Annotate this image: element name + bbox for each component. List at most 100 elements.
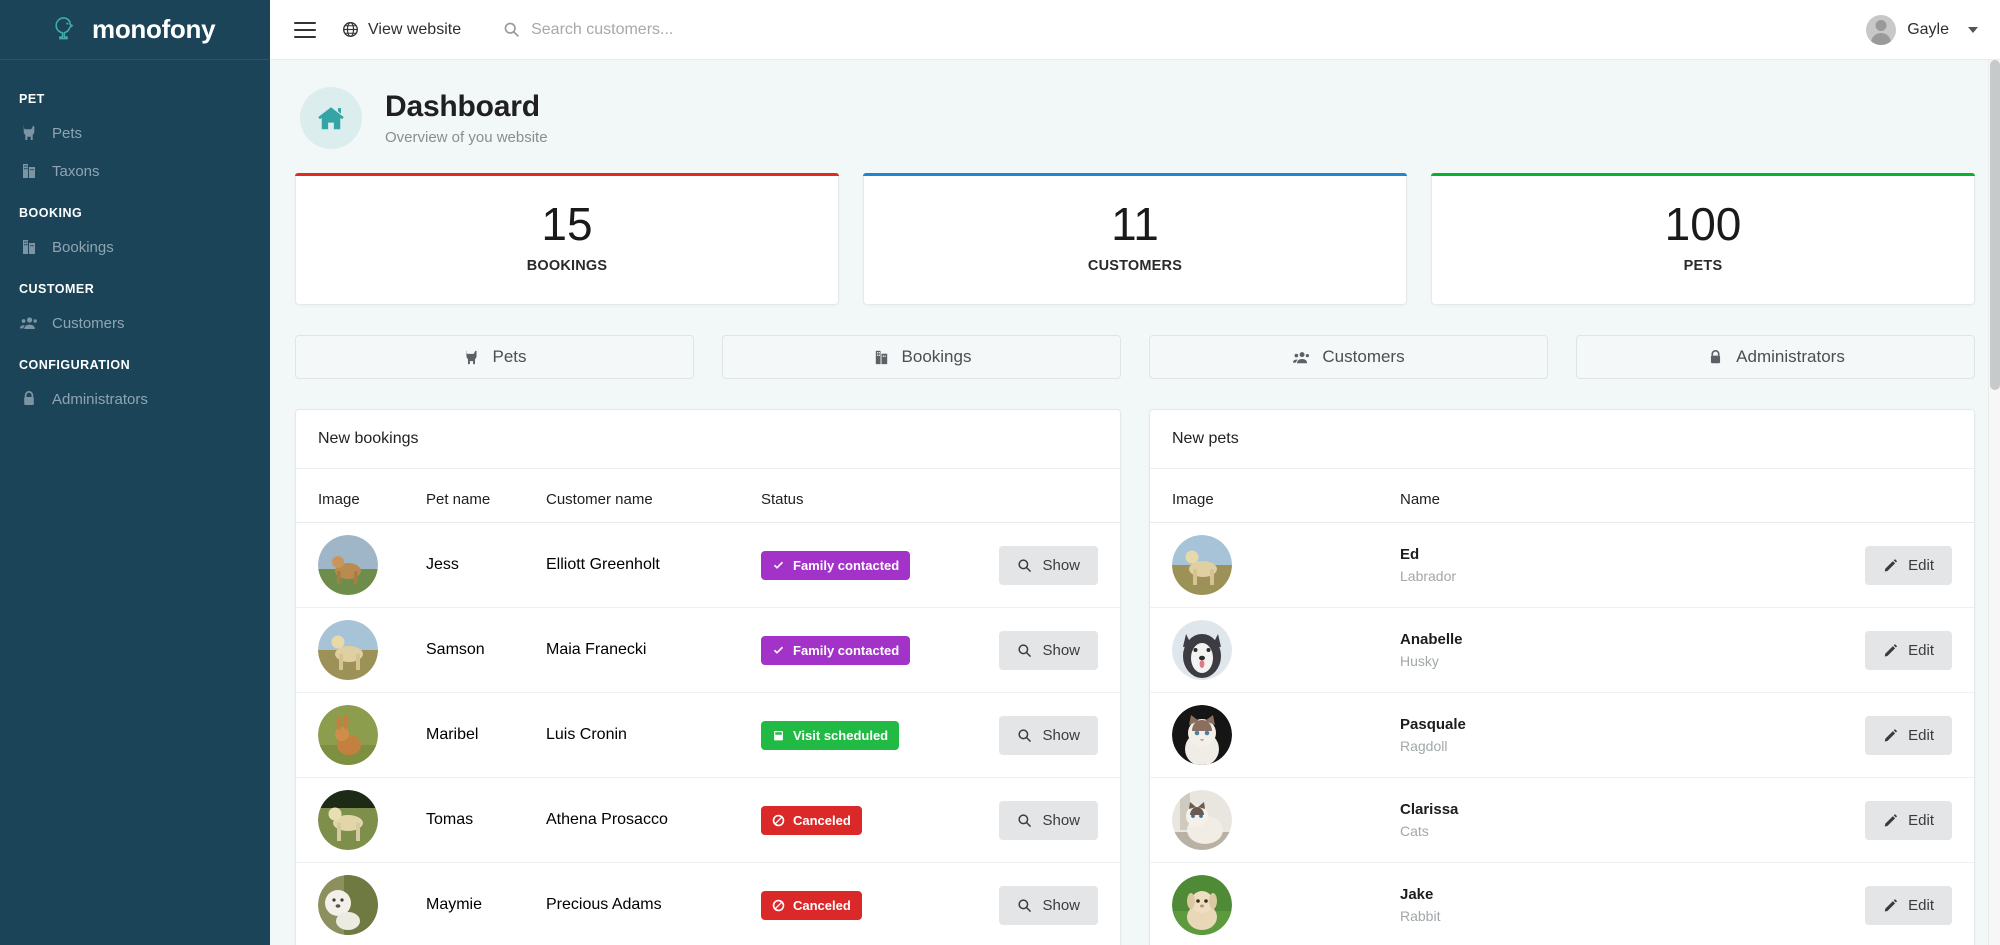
cat-icon [19,123,39,143]
show-button[interactable]: Show [999,885,1098,925]
action-cell: Show [990,777,1120,864]
pet-breed: Labrador [1400,568,1457,585]
pet-thumbnail [318,875,378,936]
show-button[interactable]: Show [999,630,1098,670]
edit-button[interactable]: Edit [1865,545,1952,585]
view-website-label: View website [368,20,462,38]
column-header-actions [990,469,1120,524]
stat-value: 11 [1111,198,1159,250]
cat-icon [466,350,478,364]
topbar: View website Gayle [270,0,2000,60]
pet-info-cell: Pasquale Ragdoll [1400,692,1834,779]
status-text: Visit scheduled [793,727,889,743]
search-box[interactable] [503,20,1866,39]
table-row: Maymie Precious Adams Canceled Show [296,863,1120,945]
table-row: Ed Labrador Edit [1150,522,1974,609]
pet-name-cell: Maribel [426,692,546,779]
scrollbar-thumb[interactable] [1990,60,2000,390]
pet-name: Pasquale [1400,716,1466,734]
shortcut-label: Customers [1322,347,1405,367]
stat-card-bookings: 15 BOOKINGS [295,173,839,306]
panel-title: New pets [1150,410,1974,470]
show-button[interactable]: Show [999,715,1098,755]
table-header-row: Image Pet name Customer name Status [296,469,1120,524]
new-pets-panel: New pets Image Name Ed Labrador Edit Ana… [1149,409,1975,945]
pet-thumbnail-cell [296,777,426,864]
pet-name-cell: Maymie [426,896,483,914]
page-header: Dashboard Overview of you website [290,60,1980,173]
shortcut-customers[interactable]: Customers [1149,335,1548,380]
building-icon [19,161,39,181]
sidebar-item-customers[interactable]: Customers [0,304,270,342]
ban-icon [772,814,785,827]
pet-thumbnail [1172,535,1232,596]
edit-button[interactable]: Edit [1865,630,1952,670]
table-row: Clarissa Cats Edit [1150,777,1974,864]
sidebar-nav: PET Pets Taxons BOOKING Bookings CUSTOME… [0,60,270,418]
stat-value: 100 [1664,198,1742,250]
search-input[interactable] [531,20,952,39]
pet-thumbnail-cell [1150,863,1400,945]
status-cell: Canceled [761,777,990,864]
stat-label: BOOKINGS [526,258,608,275]
shortcut-bookings[interactable]: Bookings [722,335,1121,380]
view-website-link[interactable]: View website [342,21,461,39]
shortcut-buttons: Pets Bookings Customers Administrators [290,305,1980,380]
sidebar-section-booking: BOOKING [19,206,83,220]
status-badge: Canceled [761,890,862,920]
shortcut-label: Bookings [901,347,972,367]
users-icon [1293,351,1310,363]
sidebar: monofony PET Pets Taxons BOOKING Booking… [0,0,270,945]
hamburger-icon[interactable] [294,21,316,38]
status-text: Canceled [793,897,851,913]
edit-button[interactable]: Edit [1865,800,1952,840]
shortcut-administrators[interactable]: Administrators [1576,335,1975,380]
table-row: Samson Maia Franecki Family contacted Sh… [296,607,1120,694]
brand-logo[interactable]: monofony [0,0,270,60]
pet-thumbnail [1172,875,1232,936]
stat-card-pets: 100 PETS [1431,173,1975,306]
sidebar-item-label: Bookings [52,238,114,256]
column-header-actions [1834,469,1974,524]
pet-name: Ed [1400,546,1420,564]
shortcut-label: Administrators [1736,347,1845,367]
content-area: Dashboard Overview of you website 15 BOO… [270,60,2000,945]
sidebar-item-label: Taxons [52,162,100,180]
pet-thumbnail-cell [1150,522,1400,609]
pet-info-cell: Ed Labrador [1400,522,1834,609]
show-button-label: Show [1042,896,1080,914]
show-button[interactable]: Show [999,800,1098,840]
status-cell: Family contacted [761,607,990,694]
sidebar-section-customer: CUSTOMER [19,282,95,296]
page-scrollbar[interactable] [1988,60,2000,945]
user-name: Gayle [1907,20,1949,38]
shortcut-pets[interactable]: Pets [295,335,694,380]
table-row: Anabelle Husky Edit [1150,607,1974,694]
edit-button[interactable]: Edit [1865,885,1952,925]
check-icon [773,561,784,569]
pencil-icon [1884,643,1898,657]
sidebar-item-bookings[interactable]: Bookings [0,228,270,266]
stat-label: CUSTOMERS [1087,258,1183,275]
chevron-down-icon [1968,26,1978,33]
sidebar-item-taxons[interactable]: Taxons [0,152,270,190]
status-badge: Canceled [761,805,862,835]
show-button[interactable]: Show [999,545,1098,585]
new-bookings-panel: New bookings Image Pet name Customer nam… [295,409,1121,945]
user-menu[interactable]: Gayle [1866,14,1978,45]
status-text: Family contacted [793,642,900,658]
pet-thumbnail [1172,790,1232,851]
pets-table: Image Name Ed Labrador Edit Anabelle Hus… [1150,469,1974,945]
pet-breed: Ragdoll [1400,738,1448,755]
customer-name-cell: Maia Franecki [546,607,761,694]
sidebar-item-pets[interactable]: Pets [0,114,270,152]
sidebar-item-label: Administrators [52,390,148,408]
bird-icon [55,16,73,39]
sidebar-item-administrators[interactable]: Administrators [0,380,270,418]
show-button-label: Show [1042,641,1080,659]
pet-name-cell: Samson [426,607,546,694]
column-header-image: Image [1150,469,1400,524]
edit-button[interactable]: Edit [1865,715,1952,755]
page-icon-badge [300,87,362,149]
sidebar-item-label: Pets [52,124,83,142]
